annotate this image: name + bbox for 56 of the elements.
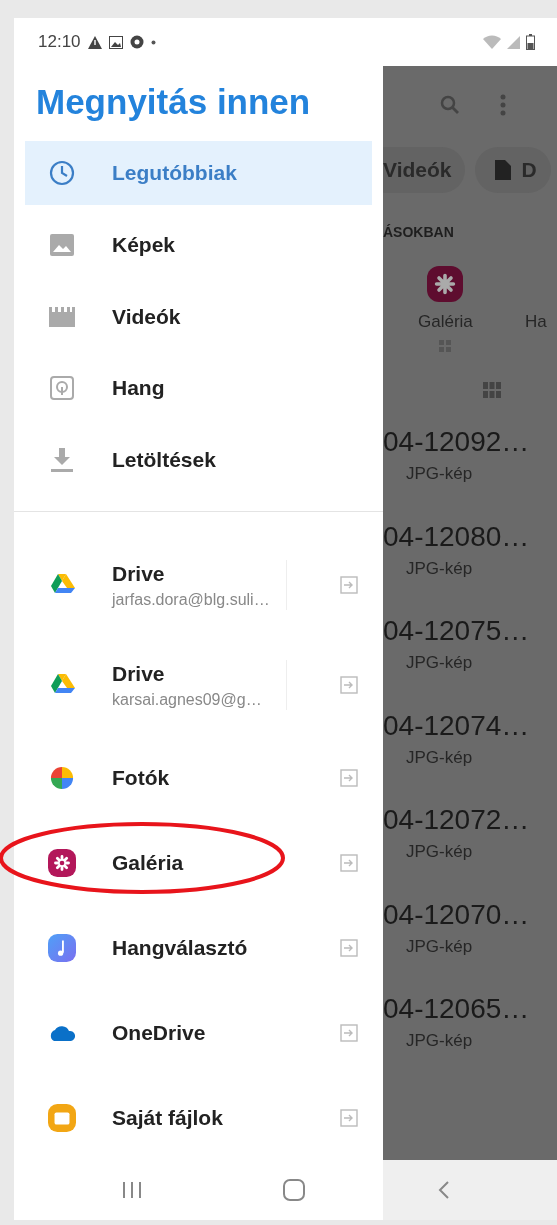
- clock-time: 12:10: [38, 32, 81, 52]
- dot-icon: [150, 39, 156, 45]
- open-app-icon[interactable]: [340, 853, 358, 872]
- search-icon[interactable]: [440, 95, 460, 115]
- app-item[interactable]: OneDrive: [14, 990, 383, 1076]
- file-type: JPG-kép: [406, 464, 474, 484]
- app-item[interactable]: Drive karsai.agnes09@g…: [14, 635, 383, 736]
- app-item[interactable]: Saját fájlok: [14, 1075, 383, 1161]
- app-item[interactable]: Galéria: [14, 820, 383, 906]
- app-label: Ha: [525, 312, 547, 332]
- warning-icon: [87, 35, 102, 49]
- file-type: JPG-kép: [406, 1031, 474, 1051]
- cloud-icon: [48, 1024, 76, 1041]
- drawer-title: Megnyitás innen: [35, 80, 312, 123]
- image-icon: [50, 234, 74, 256]
- file-type: JPG-kép: [406, 747, 474, 768]
- app-item[interactable]: Drive jarfas.dora@blg.suli…: [14, 535, 383, 636]
- location-item[interactable]: Letöltések: [25, 428, 372, 493]
- signal-icon: [507, 35, 520, 49]
- section-header: ÁSOKBAN: [383, 224, 455, 242]
- open-app-icon[interactable]: [340, 768, 358, 787]
- file-type: JPG-kép: [406, 653, 474, 673]
- download-icon: [51, 448, 73, 473]
- location-item[interactable]: Videók: [25, 284, 372, 349]
- flower-app-icon[interactable]: [427, 266, 464, 302]
- home-icon[interactable]: [283, 1179, 305, 1201]
- open-app-icon[interactable]: [340, 938, 358, 957]
- circle-icon: [129, 35, 144, 49]
- app-item[interactable]: Hangválasztó: [14, 905, 383, 991]
- flower-app-icon: [48, 847, 76, 878]
- audio-file-icon: [50, 376, 74, 401]
- grid-view-icon[interactable]: [483, 382, 501, 398]
- location-item[interactable]: Legutóbbiak: [25, 141, 372, 206]
- location-item[interactable]: Képek: [25, 213, 372, 277]
- music-note-app-icon: [48, 932, 76, 963]
- film-icon: [49, 306, 75, 327]
- pinwheel-icon: [50, 765, 74, 790]
- image-icon: [108, 35, 123, 49]
- back-icon[interactable]: [438, 1180, 450, 1200]
- open-app-icon[interactable]: [340, 576, 358, 595]
- app-label: Galéria: [418, 312, 473, 332]
- file-type: JPG-kép: [406, 936, 474, 957]
- open-app-icon[interactable]: [340, 1023, 358, 1042]
- document-icon: [495, 160, 512, 180]
- battery-icon: [526, 34, 535, 50]
- more-icon[interactable]: [500, 94, 506, 116]
- recent-apps-icon[interactable]: [122, 1180, 142, 1200]
- location-item[interactable]: Hang: [25, 356, 372, 421]
- clock-icon: [49, 160, 75, 187]
- file-type: JPG-kép: [406, 842, 474, 862]
- open-app-icon[interactable]: [340, 676, 358, 695]
- folder-app-icon: [48, 1102, 76, 1133]
- wifi-icon: [483, 35, 501, 49]
- open-app-icon[interactable]: [340, 1108, 358, 1127]
- app-item[interactable]: Fotók: [14, 735, 383, 821]
- file-type: JPG-kép: [406, 558, 474, 579]
